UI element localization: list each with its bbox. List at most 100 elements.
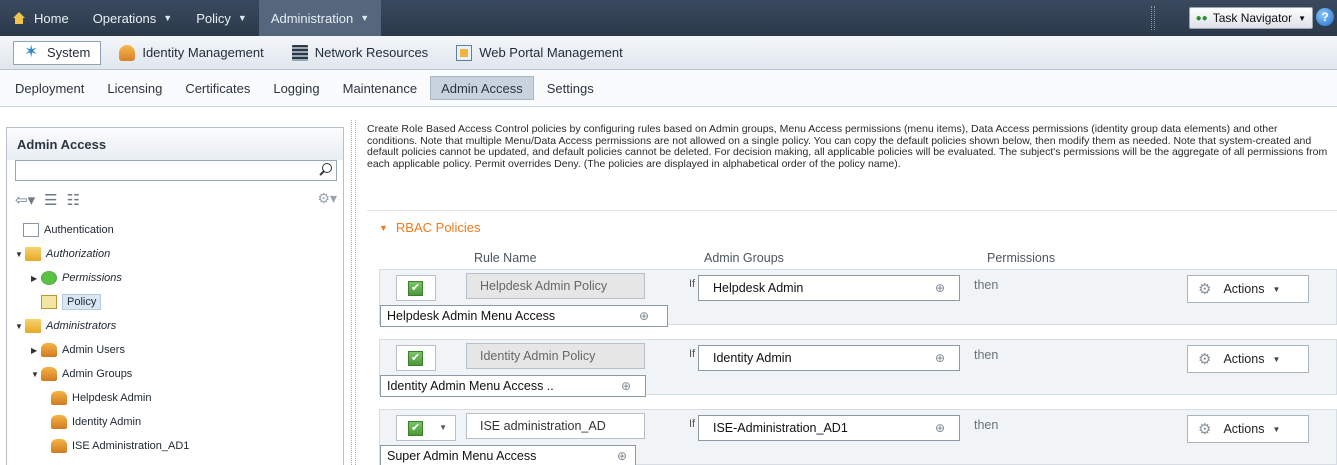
rbac-section-title: RBAC Policies <box>395 220 481 235</box>
tree-toolbar: ⇦▾ ☰ ☷ ⚙▾ <box>15 189 337 211</box>
column-header-permissions: Permissions <box>987 251 1056 265</box>
tree-item-permissions[interactable]: ▶ Permissions <box>15 266 337 290</box>
tab-settings[interactable]: Settings <box>537 76 604 100</box>
tree-item-helpdesk-admin[interactable]: Helpdesk Admin <box>15 386 337 410</box>
tree-item-admin-users[interactable]: ▶ Admin Users <box>15 338 337 362</box>
actions-label: Actions <box>1223 352 1265 366</box>
gear-icon[interactable]: ⚙▾ <box>317 190 337 207</box>
subnav-identity-management[interactable]: Identity Management <box>109 41 273 65</box>
panel-title: Admin Access <box>7 128 343 160</box>
actions-label: Actions <box>1223 422 1265 436</box>
policy-icon <box>41 295 57 309</box>
tab-logging[interactable]: Logging <box>263 76 329 100</box>
add-condition-icon[interactable]: ⊕ <box>935 346 945 370</box>
permission-value: Identity Admin Menu Access .. <box>387 379 554 393</box>
nav-home-label: Home <box>34 10 69 26</box>
users-icon <box>51 439 67 453</box>
rule-name-input[interactable]: ISE administration_AD <box>466 413 645 439</box>
tab-licensing[interactable]: Licensing <box>97 76 172 100</box>
add-condition-icon[interactable]: ⊕ <box>935 416 945 440</box>
panel-splitter[interactable] <box>351 120 356 465</box>
policy-row: ✔ Identity Admin Policy If Identity Admi… <box>379 339 1337 397</box>
users-icon <box>41 343 57 357</box>
chevron-down-icon: ▼ <box>1298 13 1306 23</box>
add-permission-icon[interactable]: ⊕ <box>621 376 631 396</box>
tree-search-input[interactable] <box>15 160 337 181</box>
check-circle-icon <box>41 271 57 285</box>
tree-item-policy[interactable]: Policy <box>15 290 337 314</box>
admin-group-field[interactable]: Identity Admin ⊕ <box>698 345 960 371</box>
nav-policy[interactable]: Policy ▼ <box>184 0 259 36</box>
tab-certificates[interactable]: Certificates <box>175 76 260 100</box>
nav-operations[interactable]: Operations ▼ <box>81 0 185 36</box>
policy-row: ✔ Helpdesk Admin Policy If Helpdesk Admi… <box>379 269 1337 327</box>
chevron-down-icon: ▼ <box>360 13 370 23</box>
tree-item-identity-admin[interactable]: Identity Admin <box>15 410 337 434</box>
expand-arrow-icon[interactable]: ▼ <box>31 370 41 379</box>
tab-deployment[interactable]: Deployment <box>5 76 94 100</box>
add-permission-icon[interactable]: ⊕ <box>639 306 649 326</box>
actions-dropdown[interactable]: ⚙ Actions ▼ <box>1187 275 1309 303</box>
tree-item-authorization[interactable]: ▼ Authorization <box>15 242 337 266</box>
admin-group-field[interactable]: Helpdesk Admin ⊕ <box>698 275 960 301</box>
admin-group-value: ISE-Administration_AD1 <box>713 421 848 435</box>
search-icon[interactable] <box>319 163 332 176</box>
permission-field[interactable]: Super Admin Menu Access ⊕ <box>380 445 636 465</box>
collapse-arrow-icon[interactable]: ▶ <box>31 346 41 355</box>
identity-management-icon <box>119 44 136 61</box>
rbac-section-header[interactable]: ▼ RBAC Policies <box>379 220 480 235</box>
users-icon <box>51 391 67 405</box>
tree-item-admin-groups[interactable]: ▼ Admin Groups <box>15 362 337 386</box>
expand-arrow-icon: ▼ <box>379 222 388 233</box>
actions-dropdown[interactable]: ⚙ Actions ▼ <box>1187 415 1309 443</box>
tree-view-icon[interactable]: ☷ <box>67 191 80 209</box>
if-label: If <box>689 278 696 290</box>
nav-home[interactable]: Home <box>0 0 81 36</box>
nav-administration-label: Administration <box>270 10 354 26</box>
then-label: then <box>974 278 999 292</box>
admin-group-value: Identity Admin <box>713 351 792 365</box>
rbac-description: Create Role Based Access Control policie… <box>367 123 1328 170</box>
permission-field[interactable]: Identity Admin Menu Access .. ⊕ <box>380 375 646 397</box>
status-toggle[interactable]: ✔ <box>396 275 436 301</box>
admin-access-navigation-panel: Admin Access ⇦▾ ☰ ☷ ⚙▾ Authentication ▼ … <box>6 127 344 465</box>
subnav-system[interactable]: System <box>13 40 102 65</box>
column-header-admin-groups: Admin Groups <box>704 251 784 265</box>
subnav-network-resources[interactable]: Network Resources <box>282 41 438 65</box>
top-navigation-bar: Home Operations ▼ Policy ▼ Administratio… <box>0 0 1337 36</box>
back-arrow-icon[interactable]: ⇦▾ <box>15 191 35 209</box>
chevron-down-icon: ▼ <box>1272 424 1281 434</box>
nav-administration[interactable]: Administration ▼ <box>258 0 382 36</box>
folder-icon <box>25 247 41 261</box>
tab-maintenance[interactable]: Maintenance <box>333 76 427 100</box>
expand-arrow-icon[interactable]: ▼ <box>15 322 25 331</box>
tree-item-label: Administrators <box>46 320 117 332</box>
collapse-arrow-icon[interactable]: ▶ <box>31 274 41 283</box>
tab-admin-access[interactable]: Admin Access <box>430 76 534 100</box>
expand-arrow-icon[interactable]: ▼ <box>15 250 25 259</box>
chevron-down-icon: ▼ <box>1272 354 1281 364</box>
permission-field[interactable]: Helpdesk Admin Menu Access ⊕ <box>380 305 668 327</box>
help-icon[interactable]: ? <box>1316 8 1334 26</box>
add-condition-icon[interactable]: ⊕ <box>935 276 945 300</box>
users-icon <box>51 415 67 429</box>
users-icon <box>41 367 57 381</box>
check-icon: ✔ <box>408 351 423 366</box>
list-view-icon[interactable]: ☰ <box>44 191 57 209</box>
subnav-web-portal-management[interactable]: Web Portal Management <box>446 41 633 65</box>
tree-item-ise-administration-ad1[interactable]: ISE Administration_AD1 <box>15 434 337 458</box>
if-label: If <box>689 418 696 430</box>
status-toggle[interactable]: ✔ <box>396 345 436 371</box>
tree-item-label: Policy <box>62 294 102 310</box>
rbac-policies-section: ▼ RBAC Policies Rule Name Admin Groups P… <box>367 210 1337 465</box>
actions-dropdown[interactable]: ⚙ Actions ▼ <box>1187 345 1309 373</box>
task-navigator-button[interactable]: ●● Task Navigator ▼ <box>1188 7 1313 29</box>
task-navigator-icon: ●● <box>1195 12 1208 24</box>
tree-item-label: ISE Administration_AD1 <box>72 440 190 452</box>
admin-group-field[interactable]: ISE-Administration_AD1 ⊕ <box>698 415 960 441</box>
tree-item-administrators[interactable]: ▼ Administrators <box>15 314 337 338</box>
tree-item-authentication[interactable]: Authentication <box>15 218 337 242</box>
add-permission-icon[interactable]: ⊕ <box>617 446 627 465</box>
status-toggle[interactable]: ✔ ▼ <box>396 415 456 441</box>
nav-policy-label: Policy <box>196 10 231 26</box>
